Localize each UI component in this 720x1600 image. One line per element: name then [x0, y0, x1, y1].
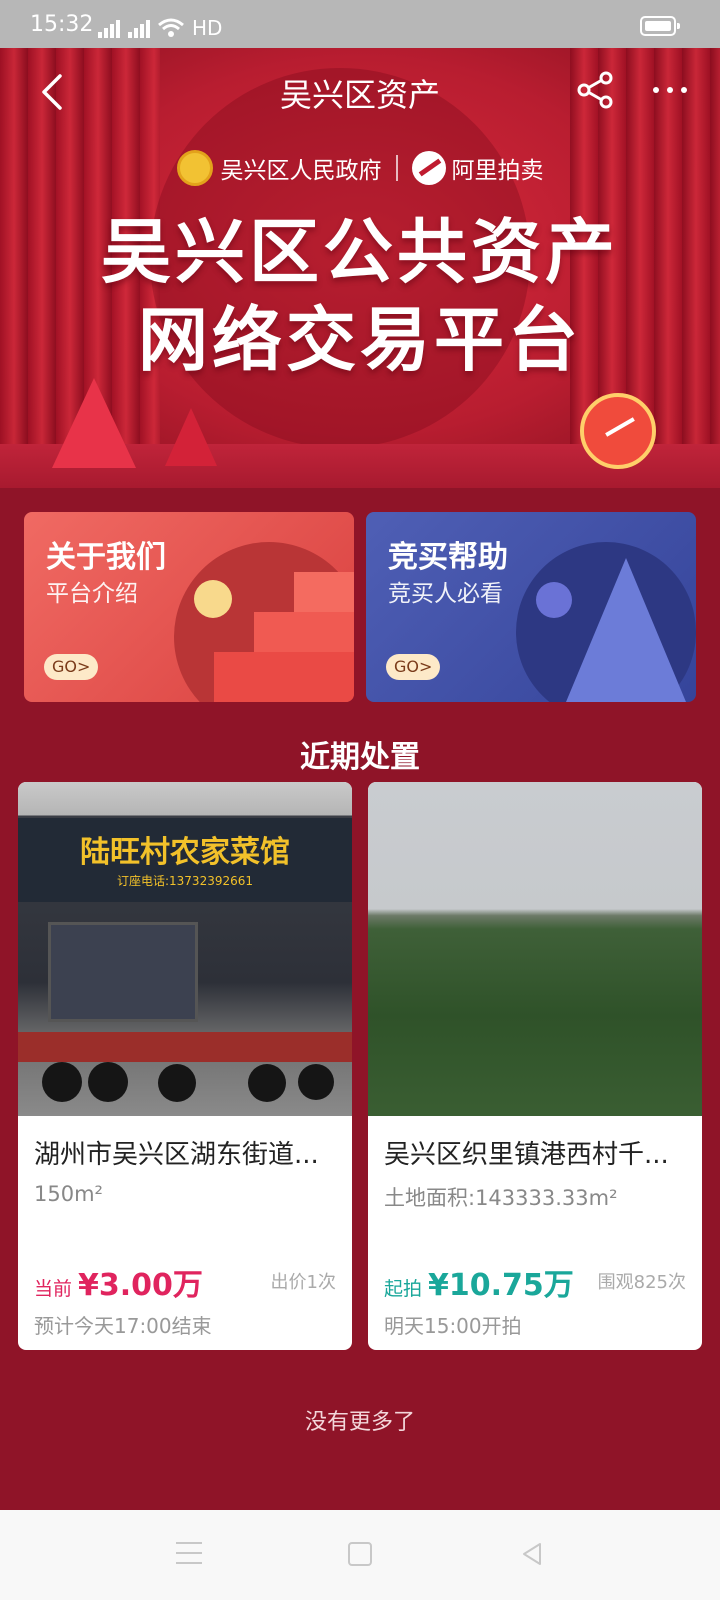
- price-value: ¥10.75万: [428, 1268, 574, 1303]
- home-square-icon[interactable]: [348, 1542, 372, 1566]
- top-nav: 吴兴区资产: [0, 48, 720, 132]
- brand-row: 吴兴区人民政府 阿里拍卖: [0, 150, 720, 186]
- bid-help-go-button[interactable]: GO>: [386, 654, 441, 680]
- listing-area: 150m²: [34, 1182, 103, 1206]
- shop-sign: 陆旺村农家菜馆: [18, 818, 352, 902]
- listing-card[interactable]: 吴兴区织里镇港西村千... 土地面积:143333.33m² 起拍 ¥10.75…: [368, 782, 702, 1350]
- tricycle-wheel: [248, 1064, 286, 1102]
- battery-icon: [640, 16, 680, 36]
- section-title: 近期处置: [300, 740, 420, 775]
- banner-title-line1: 吴兴区公共资产: [101, 211, 619, 293]
- price-value: ¥3.00万: [78, 1268, 203, 1303]
- scooter-wheel: [298, 1064, 334, 1100]
- hero-banner: 吴兴区资产 吴兴区人民政府 阿里拍卖 吴兴区公共资产 网络交易平台: [0, 48, 720, 488]
- cone-decoration: [566, 558, 686, 702]
- government-emblem-icon: [176, 150, 213, 186]
- cone-decoration: [52, 378, 136, 468]
- shop-window: [48, 922, 198, 1022]
- brand-org: 吴兴区人民政府: [220, 158, 382, 184]
- price-row: 当前 ¥3.00万: [34, 1260, 203, 1304]
- end-of-list-text: 没有更多了: [304, 1410, 415, 1435]
- hd-label: HD: [192, 16, 223, 40]
- system-nav-bar: [0, 1510, 720, 1600]
- ball-decoration: [536, 582, 572, 618]
- status-icons: HD: [98, 14, 223, 40]
- listing-name[interactable]: 吴兴区织里镇港西村千...: [384, 1134, 688, 1171]
- shop-phone: 订座电话:13732392661: [116, 874, 254, 888]
- status-bar: 15:32 HD: [0, 0, 720, 48]
- about-us-card[interactable]: 关于我们 平台介绍 GO>: [24, 512, 354, 702]
- status-time: 15:32: [30, 12, 94, 37]
- scooter-wheel: [88, 1062, 128, 1102]
- wifi-icon: [158, 18, 184, 37]
- view-count: 围观825次: [597, 1272, 686, 1293]
- signal-icon: [98, 18, 120, 38]
- stairs-decoration: [254, 612, 354, 652]
- tricycle-wheel: [158, 1064, 196, 1102]
- banner-title-line2: 网络交易平台: [138, 299, 582, 381]
- about-us-subtitle: 平台介绍: [46, 581, 138, 607]
- price-row: 起拍 ¥10.75万: [384, 1260, 574, 1304]
- bid-help-title: 竞买帮助: [388, 540, 508, 575]
- bid-count: 出价1次: [270, 1272, 336, 1293]
- listing-photo[interactable]: [368, 782, 702, 1116]
- bid-help-subtitle: 竞买人必看: [388, 581, 503, 607]
- signal-4g-icon: [128, 18, 150, 38]
- stairs-decoration: [294, 572, 354, 612]
- share-icon[interactable]: [576, 70, 616, 110]
- brand-partner: 阿里拍卖: [451, 158, 544, 184]
- listing-photo[interactable]: 陆旺村农家菜馆 订座电话:13732392661: [18, 782, 352, 1116]
- price-label: 当前: [34, 1278, 73, 1300]
- about-us-go-button[interactable]: GO>: [44, 654, 99, 680]
- listing-name[interactable]: 湖州市吴兴区湖东街道...: [34, 1134, 338, 1171]
- brand-divider: [395, 155, 398, 181]
- auction-badge-icon: [580, 393, 656, 469]
- listing-time: 预计今天17:00结束: [34, 1314, 212, 1338]
- ali-auction-logo-icon: [411, 151, 446, 185]
- listing-time: 明天15:00开拍: [384, 1314, 522, 1338]
- listing-area: 土地面积:143333.33m²: [384, 1186, 618, 1210]
- more-dots-icon[interactable]: [650, 78, 690, 102]
- listing-card[interactable]: 陆旺村农家菜馆 订座电话:13732392661 湖州市吴兴区湖东街道... 1…: [18, 782, 352, 1350]
- stairs-decoration: [214, 652, 354, 702]
- ball-decoration: [194, 580, 232, 618]
- cone-decoration: [165, 408, 217, 466]
- menu-icon[interactable]: [176, 1542, 202, 1566]
- price-label: 起拍: [384, 1278, 423, 1300]
- about-us-title: 关于我们: [46, 540, 166, 575]
- banner-title: 吴兴区公共资产 网络交易平台: [0, 208, 720, 384]
- bid-help-card[interactable]: 竞买帮助 竞买人必看 GO>: [366, 512, 696, 702]
- battery-level: [645, 21, 671, 31]
- scooter-wheel: [42, 1062, 82, 1102]
- shop-wall: [18, 1032, 352, 1062]
- back-triangle-icon[interactable]: [518, 1540, 546, 1568]
